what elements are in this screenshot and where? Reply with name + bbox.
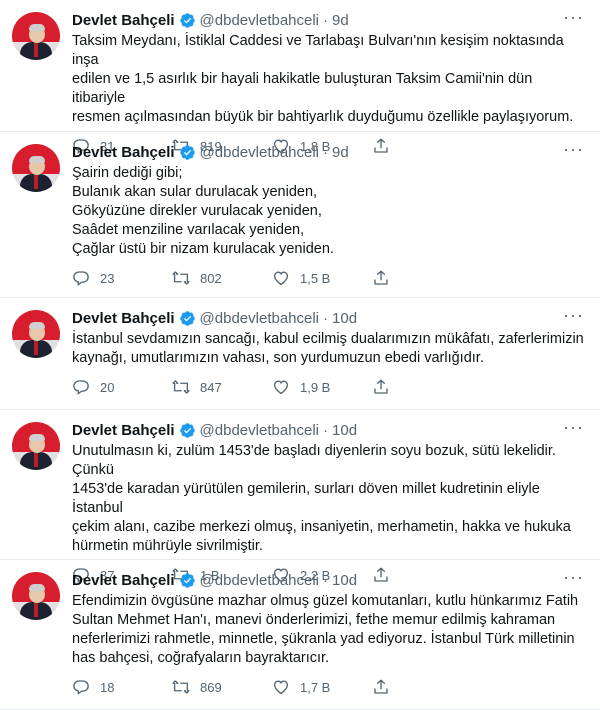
more-icon[interactable]: ··· [563,140,584,158]
heart-icon [273,380,289,395]
tweet[interactable]: Devlet Bahçeli @dbdevletbahceli · 10d ··… [0,410,600,583]
retweet-button[interactable]: 802 [172,269,272,287]
reply-button[interactable]: 18 [72,678,172,696]
tweet-text: İstanbul sevdamızın sancağı, kabul ecilm… [72,331,584,366]
author-handle[interactable]: @dbdevletbahceli [200,572,319,589]
share-icon [374,270,388,285]
tweet-header: Devlet Bahçeli @dbdevletbahceli · 10d [72,570,584,590]
tweet-actions: 20 847 1,9 B [72,376,584,398]
tweet[interactable]: Devlet Bahçeli @dbdevletbahceli · 10d ··… [0,560,600,710]
author-name[interactable]: Devlet Bahçeli [72,144,175,161]
author-name[interactable]: Devlet Bahçeli [72,422,175,439]
author-handle[interactable]: @dbdevletbahceli [200,310,319,327]
timestamp[interactable]: 10d [332,572,357,589]
verified-badge-icon [179,310,195,326]
share-button[interactable] [372,378,400,396]
timestamp[interactable]: 9d [332,144,349,161]
like-count: 1,9 B [300,379,331,395]
tweet-text: Taksim Meydanı, İstiklal Caddesi ve Tarl… [72,33,574,125]
share-icon [374,679,388,694]
verified-badge-icon [179,422,195,438]
retweet-button[interactable]: 869 [172,678,272,696]
timestamp[interactable]: 10d [332,310,357,327]
like-button[interactable]: 1,9 B [272,378,372,396]
reply-count: 20 [100,379,115,395]
more-icon[interactable]: ··· [563,8,584,26]
author-name[interactable]: Devlet Bahçeli [72,310,175,327]
more-icon[interactable]: ··· [563,306,584,324]
tweet[interactable]: Devlet Bahçeli @dbdevletbahceli · 9d ···… [0,0,600,154]
retweet-count: 847 [200,379,222,395]
avatar[interactable] [12,572,60,620]
reply-button[interactable]: 20 [72,378,172,396]
tweet[interactable]: Devlet Bahçeli @dbdevletbahceli · 9d ···… [0,132,600,298]
like-count: 1,5 B [300,270,331,286]
tweet-text: Şairin dediği gibi; Bulanık akan sular d… [72,165,334,257]
separator: · [323,421,329,439]
author-handle[interactable]: @dbdevletbahceli [200,144,319,161]
reply-button[interactable]: 23 [72,269,172,287]
retweet-button[interactable]: 847 [172,378,272,396]
retweet-icon [172,680,190,694]
tweet-header: Devlet Bahçeli @dbdevletbahceli · 10d [72,308,584,328]
author-handle[interactable]: @dbdevletbahceli [200,12,319,29]
avatar[interactable] [12,12,60,60]
author-name[interactable]: Devlet Bahçeli [72,12,175,29]
timestamp[interactable]: 10d [332,422,357,439]
verified-badge-icon [179,572,195,588]
reply-count: 18 [100,679,115,695]
share-button[interactable] [372,269,400,287]
author-handle[interactable]: @dbdevletbahceli [200,422,319,439]
tweet[interactable]: Devlet Bahçeli @dbdevletbahceli · 10d ··… [0,298,600,410]
author-name[interactable]: Devlet Bahçeli [72,572,175,589]
tweet-text: Unutulmasın ki, zulüm 1453'de başladı di… [72,443,571,554]
more-icon[interactable]: ··· [563,568,584,586]
avatar[interactable] [12,310,60,358]
separator: · [323,309,329,327]
tweet-feed: Devlet Bahçeli @dbdevletbahceli · 9d ···… [0,0,600,710]
separator: · [323,143,329,161]
share-button[interactable] [372,678,400,696]
tweet-header: Devlet Bahçeli @dbdevletbahceli · 9d [72,10,584,30]
share-icon [374,379,388,394]
separator: · [323,11,329,29]
like-button[interactable]: 1,5 B [272,269,372,287]
more-icon[interactable]: ··· [563,418,584,436]
heart-icon [273,680,289,695]
like-button[interactable]: 1,7 B [272,678,372,696]
reply-icon [73,680,89,695]
avatar[interactable] [12,422,60,470]
like-count: 1,7 B [300,679,331,695]
heart-icon [273,271,289,286]
reply-icon [73,380,89,395]
retweet-icon [172,271,190,285]
tweet-actions: 18 869 1,7 B [72,676,584,698]
verified-badge-icon [179,144,195,160]
retweet-count: 869 [200,679,222,695]
timestamp[interactable]: 9d [332,12,349,29]
verified-badge-icon [179,12,195,28]
retweet-count: 802 [200,270,222,286]
avatar[interactable] [12,144,60,192]
retweet-icon [172,380,190,394]
tweet-header: Devlet Bahçeli @dbdevletbahceli · 9d [72,142,584,162]
separator: · [323,571,329,589]
tweet-text: Efendimizin övgüsüne mazhar olmuş güzel … [72,593,579,666]
reply-count: 23 [100,270,115,286]
reply-icon [73,271,89,286]
tweet-header: Devlet Bahçeli @dbdevletbahceli · 10d [72,420,584,440]
tweet-actions: 23 802 1,5 B [72,267,584,289]
